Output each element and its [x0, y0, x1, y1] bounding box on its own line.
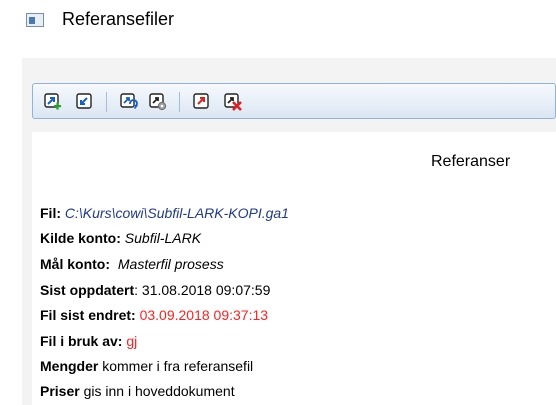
- source-account-value: Subfil-LARK: [124, 230, 202, 246]
- delete-reference-icon[interactable]: [224, 93, 242, 111]
- quantities-value: kommer i fra referansefil: [102, 358, 254, 374]
- file-in-use-label: Fil i bruk av:: [40, 333, 123, 349]
- last-updated-value: : 31.08.2018 09:07:59: [134, 282, 271, 298]
- refresh-icon[interactable]: [120, 93, 138, 111]
- last-updated-row: Sist oppdatert: 31.08.2018 09:07:59: [40, 282, 270, 298]
- file-modified-value: 03.09.2018 09:37:13: [139, 307, 269, 323]
- quantities-row: Mengder kommer i fra referansefil: [40, 358, 253, 374]
- references-heading: Referanser: [431, 153, 511, 170]
- toolbar-separator: [179, 92, 180, 112]
- prices-row: Priser gis inn i hoveddokument: [40, 383, 235, 399]
- file-modified-label: Fil sist endret:: [40, 307, 136, 323]
- source-account-row: Kilde konto: Subfil-LARK: [40, 230, 201, 246]
- prices-value: gis inn i hoveddokument: [83, 383, 235, 399]
- file-row: Fil: C:\Kurs\cowi\Subfil-LARK-KOPI.ga1: [40, 205, 289, 221]
- file-label: Fil:: [40, 205, 61, 221]
- window-title: Referansefiler: [62, 9, 175, 29]
- toolbar-separator: [106, 92, 107, 112]
- target-account-row: Mål konto: Masterfil prosess: [40, 256, 224, 272]
- import-icon[interactable]: [76, 93, 94, 111]
- file-modified-row: Fil sist endret: 03.09.2018 09:37:13: [40, 307, 268, 323]
- settings-icon[interactable]: [149, 93, 167, 111]
- window-icon: [26, 13, 44, 27]
- target-account-value: Masterfil prosess: [117, 256, 224, 272]
- title-bar: Referansefiler: [0, 0, 556, 56]
- file-in-use-row: Fil i bruk av: gj: [40, 333, 137, 349]
- file-in-use-value: gj: [126, 333, 138, 349]
- prices-label: Priser: [40, 383, 80, 399]
- quantities-label: Mengder: [40, 358, 99, 374]
- export-icon[interactable]: [193, 93, 211, 111]
- toolbar: [32, 83, 556, 119]
- target-account-label: Mål konto:: [40, 256, 110, 272]
- add-reference-icon[interactable]: [44, 93, 62, 111]
- last-updated-label: Sist oppdatert: [40, 282, 135, 298]
- file-path: C:\Kurs\cowi\Subfil-LARK-KOPI.ga1: [64, 205, 289, 221]
- source-account-label: Kilde konto:: [40, 230, 121, 246]
